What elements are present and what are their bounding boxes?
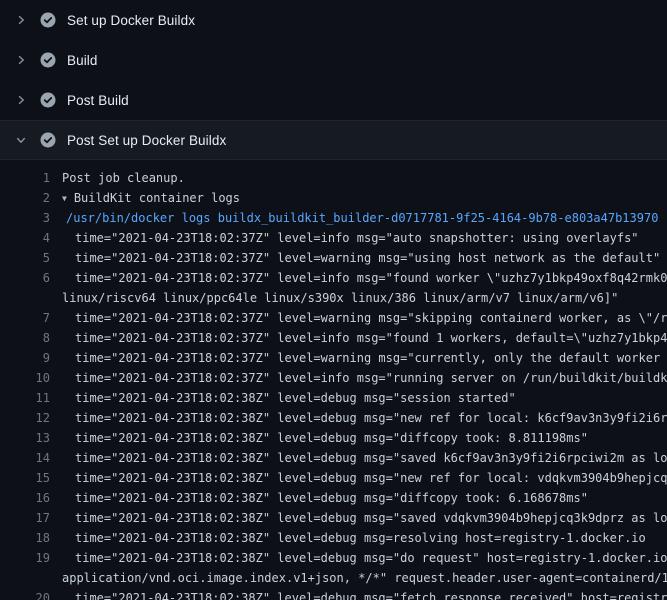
line-content: ▼ BuildKit container logs [62, 188, 667, 208]
log-line: 2 ▼ BuildKit container logs [0, 188, 667, 208]
line-number[interactable]: 20 [0, 588, 62, 600]
line-number[interactable]: 1 [0, 168, 62, 188]
line-number[interactable]: 11 [0, 388, 62, 408]
log-line: 4 time="2021-04-23T18:02:37Z" level=info… [0, 228, 667, 248]
log-line: 1 Post job cleanup. [0, 168, 667, 188]
line-content: time="2021-04-23T18:02:37Z" level=warnin… [62, 348, 667, 368]
line-content: time="2021-04-23T18:02:38Z" level=debug … [62, 548, 667, 568]
line-content: time="2021-04-23T18:02:38Z" level=debug … [62, 448, 667, 468]
log-line: 15 time="2021-04-23T18:02:38Z" level=deb… [0, 468, 667, 488]
check-circle-icon [40, 92, 56, 108]
check-circle-icon [40, 132, 56, 148]
line-number[interactable]: 13 [0, 428, 62, 448]
log-line: 14 time="2021-04-23T18:02:38Z" level=deb… [0, 448, 667, 468]
check-circle-icon [40, 52, 56, 68]
log-line: 18 time="2021-04-23T18:02:38Z" level=deb… [0, 528, 667, 548]
line-content: time="2021-04-23T18:02:37Z" level=info m… [62, 268, 667, 288]
check-circle-icon [40, 12, 56, 28]
line-number[interactable]: 10 [0, 368, 62, 388]
line-content: time="2021-04-23T18:02:38Z" level=debug … [62, 408, 667, 428]
step-section-header[interactable]: Post Build [0, 80, 667, 120]
line-number[interactable] [0, 288, 62, 308]
line-number[interactable]: 14 [0, 448, 62, 468]
step-section-header[interactable]: Set up Docker Buildx [0, 0, 667, 40]
log-line: 11 time="2021-04-23T18:02:38Z" level=deb… [0, 388, 667, 408]
line-number[interactable]: 18 [0, 528, 62, 548]
log-line: 3 /usr/bin/docker logs buildx_buildkit_b… [0, 208, 667, 228]
line-content: time="2021-04-23T18:02:38Z" level=debug … [62, 588, 667, 600]
step-title: Set up Docker Buildx [67, 13, 195, 28]
log-line: 9 time="2021-04-23T18:02:37Z" level=warn… [0, 348, 667, 368]
line-number[interactable]: 6 [0, 268, 62, 288]
line-content: time="2021-04-23T18:02:37Z" level=warnin… [62, 248, 667, 268]
log-line: 13 time="2021-04-23T18:02:38Z" level=deb… [0, 428, 667, 448]
step-title: Post Set up Docker Buildx [67, 133, 226, 148]
line-content: time="2021-04-23T18:02:38Z" level=debug … [62, 388, 667, 408]
log-line: 6 time="2021-04-23T18:02:37Z" level=info… [0, 268, 667, 288]
line-number[interactable]: 2 [0, 188, 62, 208]
step-section-header[interactable]: Post Set up Docker Buildx [0, 120, 667, 160]
log-line: application/vnd.oci.image.index.v1+json,… [0, 568, 667, 588]
log-line: 20 time="2021-04-23T18:02:38Z" level=deb… [0, 588, 667, 600]
line-number[interactable]: 5 [0, 248, 62, 268]
line-number[interactable]: 17 [0, 508, 62, 528]
chevron-icon[interactable] [14, 133, 28, 147]
step-title: Post Build [67, 93, 129, 108]
line-number[interactable]: 3 [0, 208, 62, 228]
chevron-icon[interactable] [14, 13, 28, 27]
log-line: linux/riscv64 linux/ppc64le linux/s390x … [0, 288, 667, 308]
line-content: time="2021-04-23T18:02:37Z" level=info m… [62, 368, 667, 388]
log-line: 7 time="2021-04-23T18:02:37Z" level=warn… [0, 308, 667, 328]
line-content: time="2021-04-23T18:02:38Z" level=debug … [62, 528, 667, 548]
line-number[interactable]: 7 [0, 308, 62, 328]
line-number[interactable]: 8 [0, 328, 62, 348]
line-content: time="2021-04-23T18:02:37Z" level=info m… [62, 328, 667, 348]
line-content: application/vnd.oci.image.index.v1+json,… [62, 568, 667, 588]
line-number[interactable]: 4 [0, 228, 62, 248]
step-title: Build [67, 53, 98, 68]
line-number[interactable]: 16 [0, 488, 62, 508]
line-content: /usr/bin/docker logs buildx_buildkit_bui… [62, 208, 667, 228]
chevron-icon[interactable] [14, 53, 28, 67]
step-section-header[interactable]: Build [0, 40, 667, 80]
log-line: 19 time="2021-04-23T18:02:38Z" level=deb… [0, 548, 667, 568]
line-content: linux/riscv64 linux/ppc64le linux/s390x … [62, 288, 667, 308]
line-number[interactable]: 12 [0, 408, 62, 428]
line-content: time="2021-04-23T18:02:38Z" level=debug … [62, 508, 667, 528]
line-number[interactable]: 15 [0, 468, 62, 488]
line-content: time="2021-04-23T18:02:38Z" level=debug … [62, 488, 667, 508]
expand-triangle-icon[interactable]: ▼ [62, 189, 67, 208]
group-title[interactable]: BuildKit container logs [74, 191, 240, 205]
log-area: 1 Post job cleanup. 2 ▼ BuildKit containe… [0, 160, 667, 600]
line-number[interactable]: 19 [0, 548, 62, 568]
log-line: 5 time="2021-04-23T18:02:37Z" level=warn… [0, 248, 667, 268]
actions-log-panel: Set up Docker Buildx Build Post Buil [0, 0, 667, 600]
line-number[interactable]: 9 [0, 348, 62, 368]
line-content: time="2021-04-23T18:02:38Z" level=debug … [62, 468, 667, 488]
log-line: 8 time="2021-04-23T18:02:37Z" level=info… [0, 328, 667, 348]
line-content: time="2021-04-23T18:02:37Z" level=warnin… [62, 308, 667, 328]
line-content: time="2021-04-23T18:02:38Z" level=debug … [62, 428, 667, 448]
chevron-icon[interactable] [14, 93, 28, 107]
log-line: 16 time="2021-04-23T18:02:38Z" level=deb… [0, 488, 667, 508]
line-number[interactable] [0, 568, 62, 588]
log-line: 10 time="2021-04-23T18:02:37Z" level=inf… [0, 368, 667, 388]
line-content: time="2021-04-23T18:02:37Z" level=info m… [62, 228, 667, 248]
log-line: 12 time="2021-04-23T18:02:38Z" level=deb… [0, 408, 667, 428]
line-content: Post job cleanup. [62, 168, 667, 188]
log-line: 17 time="2021-04-23T18:02:38Z" level=deb… [0, 508, 667, 528]
